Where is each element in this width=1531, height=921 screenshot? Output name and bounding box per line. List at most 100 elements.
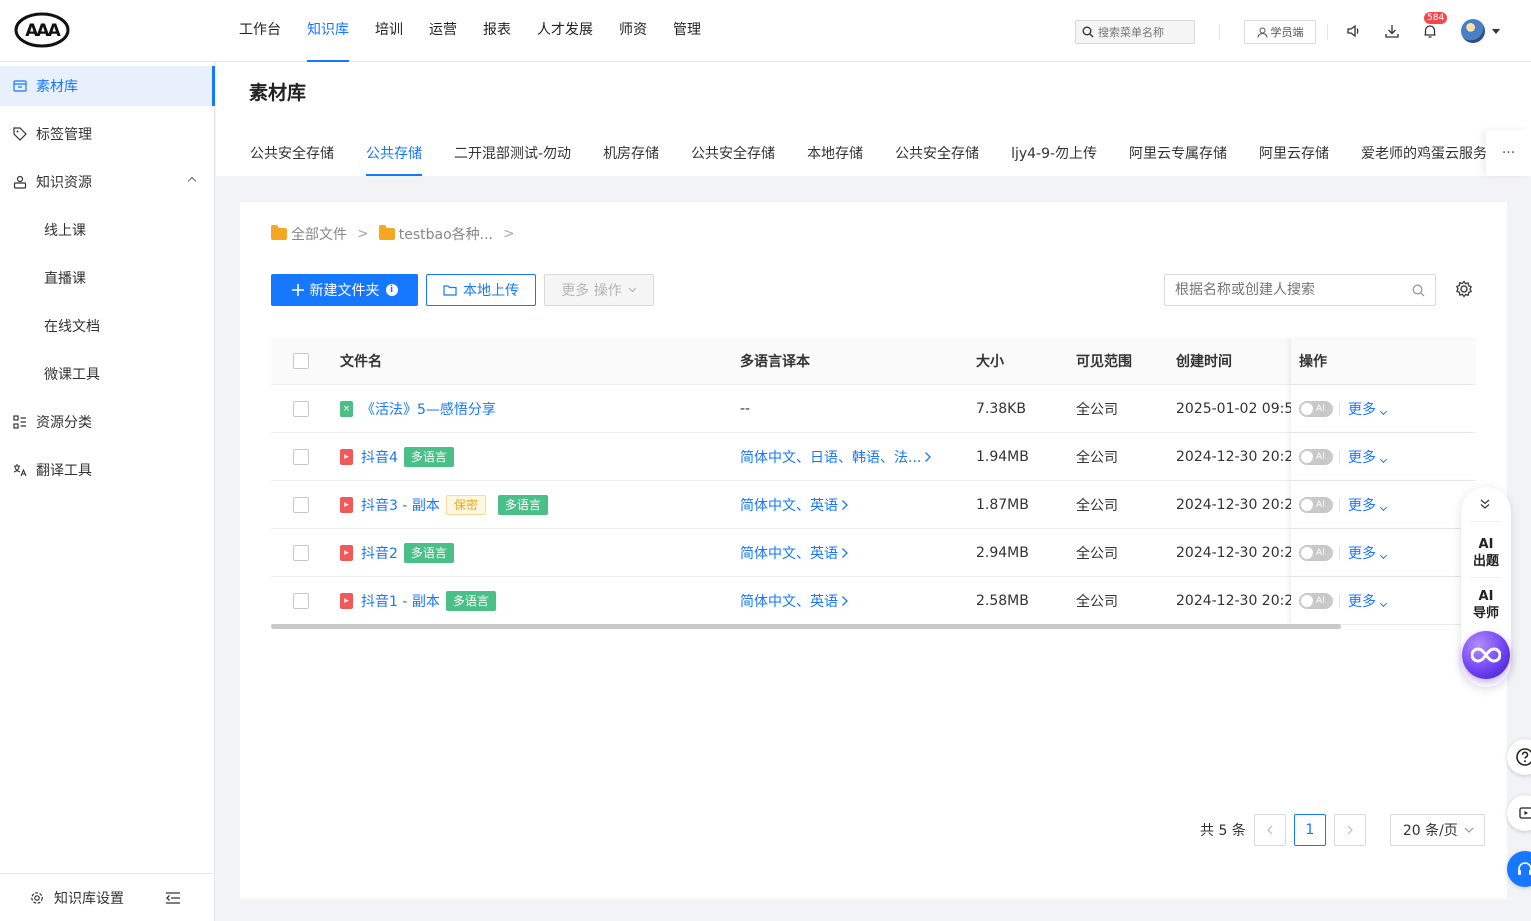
ai-tutor-button[interactable]: AI 导师 bbox=[1461, 588, 1511, 622]
sidebar-item[interactable]: 直播课 bbox=[0, 258, 215, 298]
translate-icon bbox=[12, 462, 28, 478]
row-checkbox[interactable] bbox=[293, 400, 309, 417]
more-actions-link[interactable]: 更多 bbox=[1348, 447, 1388, 467]
nav-item[interactable]: 工作台 bbox=[226, 0, 294, 62]
sidebar-item-label: 资源分类 bbox=[36, 415, 92, 431]
storage-tab[interactable]: 二开混部测试-勿动 bbox=[438, 136, 587, 176]
storage-tab[interactable]: 公共安全存储 bbox=[879, 136, 995, 176]
customer-service-button[interactable] bbox=[1507, 851, 1531, 887]
bell-icon[interactable] bbox=[1421, 22, 1439, 40]
file-name-link[interactable]: 抖音3 - 副本 bbox=[361, 495, 440, 515]
local-upload-button[interactable]: 本地上传 bbox=[426, 274, 536, 306]
nav-item[interactable]: 培训 bbox=[362, 0, 416, 62]
sidebar-item[interactable]: 标签管理 bbox=[0, 114, 215, 154]
storage-tab[interactable]: 公共安全存储 bbox=[675, 136, 791, 176]
ai-orb-button[interactable] bbox=[1462, 631, 1510, 679]
chevron-right-icon bbox=[838, 547, 849, 559]
sidebar-item-label: 翻译工具 bbox=[36, 463, 92, 479]
row-checkbox[interactable] bbox=[293, 544, 309, 561]
menu-search-input[interactable] bbox=[1098, 25, 1188, 39]
row-checkbox[interactable] bbox=[293, 496, 309, 513]
chevron-left-icon bbox=[1266, 825, 1273, 835]
nav-item[interactable]: 师资 bbox=[606, 0, 660, 62]
ai-toggle[interactable]: AI bbox=[1299, 496, 1333, 513]
speaker-icon[interactable] bbox=[1345, 22, 1363, 40]
sidebar-item[interactable]: 知识资源 bbox=[0, 162, 215, 202]
breadcrumb-current[interactable]: testbao各种... bbox=[399, 224, 493, 244]
ai-quiz-label-bottom: 出题 bbox=[1472, 554, 1499, 569]
menu-search[interactable] bbox=[1075, 20, 1195, 44]
visibility-scope: 全公司 bbox=[1076, 497, 1118, 514]
sidebar-item[interactable]: 资源分类 bbox=[0, 402, 215, 442]
file-name-link[interactable]: 抖音2 bbox=[361, 543, 398, 563]
more-actions-link[interactable]: 更多 bbox=[1348, 399, 1388, 419]
more-actions-link[interactable]: 更多 bbox=[1348, 591, 1388, 611]
storage-tab[interactable]: 阿里云存储 bbox=[1243, 136, 1345, 176]
more-actions-link[interactable]: 更多 bbox=[1348, 495, 1388, 515]
nav-item[interactable]: 管理 bbox=[660, 0, 714, 62]
file-name-link[interactable]: 抖音1 - 副本 bbox=[361, 591, 440, 611]
ai-toggle[interactable]: AI bbox=[1299, 592, 1333, 609]
storage-tabs: 公共安全存储 公共存储 二开混部测试-勿动 机房存储 公共安全存储 本地存储 公共安全存储 l… bbox=[234, 136, 1503, 176]
file-search-input[interactable] bbox=[1175, 282, 1412, 298]
file-name-link[interactable]: 《活法》5—感悟分享 bbox=[361, 399, 496, 419]
storage-tab[interactable]: 公共安全存储 bbox=[234, 136, 350, 176]
chevron-down-icon[interactable] bbox=[1492, 29, 1500, 34]
ai-toggle[interactable]: AI bbox=[1299, 544, 1333, 561]
column-header: 创建时间 bbox=[1176, 354, 1232, 370]
brand-logo[interactable]: AAA bbox=[14, 12, 70, 48]
row-checkbox[interactable] bbox=[293, 592, 309, 609]
more-actions-button[interactable]: 更多 操作 bbox=[544, 274, 654, 306]
storage-tab[interactable]: 阿里云专属存储 bbox=[1113, 136, 1243, 176]
more-actions-link[interactable]: 更多 bbox=[1348, 543, 1388, 563]
row-checkbox[interactable] bbox=[293, 448, 309, 465]
file-search[interactable] bbox=[1164, 274, 1436, 306]
sidebar-item[interactable]: 在线文档 bbox=[0, 306, 215, 346]
collapse-menu-icon[interactable] bbox=[166, 892, 180, 904]
select-all-checkbox[interactable] bbox=[293, 353, 309, 369]
page-size-select[interactable]: 20 条/页 bbox=[1389, 814, 1485, 846]
storage-tab[interactable]: 公共存储 bbox=[350, 136, 438, 176]
gear-icon[interactable] bbox=[1454, 279, 1474, 299]
storage-tab[interactable]: 机房存储 bbox=[587, 136, 675, 176]
sidebar-item[interactable]: 翻译工具 bbox=[0, 450, 215, 490]
divider bbox=[1471, 521, 1501, 522]
search-icon[interactable] bbox=[1412, 284, 1425, 297]
avatar[interactable] bbox=[1461, 19, 1485, 43]
ai-toggle[interactable]: AI bbox=[1299, 400, 1333, 417]
storage-tab[interactable]: 爱老师的鸡蛋云服务 bbox=[1345, 136, 1503, 176]
breadcrumb-root[interactable]: 全部文件 bbox=[291, 224, 347, 244]
help-button[interactable] bbox=[1507, 739, 1531, 775]
storage-tab[interactable]: ljy4-9-勿上传 bbox=[995, 136, 1113, 176]
nav-item[interactable]: 知识库 bbox=[294, 0, 362, 62]
translations-cell[interactable]: 简体中文、英语 bbox=[740, 591, 849, 611]
prev-page-button[interactable] bbox=[1253, 814, 1286, 846]
sidebar-item[interactable]: 素材库 bbox=[0, 66, 215, 106]
more-tabs-button[interactable]: ··· bbox=[1486, 130, 1531, 176]
gear-icon bbox=[31, 891, 43, 904]
ai-toggle[interactable]: AI bbox=[1299, 448, 1333, 465]
sidebar-item[interactable]: 线上课 bbox=[0, 210, 215, 250]
nav-item[interactable]: 报表 bbox=[470, 0, 524, 62]
ai-quiz-button[interactable]: AI 出题 bbox=[1461, 536, 1511, 570]
chevron-down-icon bbox=[1379, 407, 1388, 415]
nav-item[interactable]: 运营 bbox=[416, 0, 470, 62]
video-guide-button[interactable] bbox=[1507, 795, 1531, 831]
info-icon[interactable]: i bbox=[385, 284, 398, 296]
sidebar-item[interactable]: 微课工具 bbox=[0, 354, 215, 394]
translations-cell[interactable]: 简体中文、英语 bbox=[740, 495, 849, 515]
file-name-link[interactable]: 抖音4 bbox=[361, 447, 398, 467]
new-folder-button[interactable]: 新建文件夹 i bbox=[271, 274, 418, 306]
student-portal-button[interactable]: 学员端 bbox=[1244, 20, 1316, 44]
collapse-chevron-icon[interactable] bbox=[1480, 499, 1490, 509]
translations-cell[interactable]: 简体中文、日语、韩语、法... bbox=[740, 447, 932, 467]
horizontal-scrollbar[interactable] bbox=[271, 624, 1341, 629]
chevron-up-icon[interactable] bbox=[187, 176, 197, 186]
next-page-button[interactable] bbox=[1333, 814, 1366, 846]
knowledge-settings-button[interactable]: 知识库设置 bbox=[0, 873, 214, 921]
nav-item[interactable]: 人才发展 bbox=[524, 0, 606, 62]
translations-cell[interactable]: 简体中文、英语 bbox=[740, 543, 849, 563]
storage-tab[interactable]: 本地存储 bbox=[791, 136, 879, 176]
page-number-button[interactable]: 1 bbox=[1293, 814, 1326, 846]
download-icon[interactable] bbox=[1383, 22, 1401, 40]
